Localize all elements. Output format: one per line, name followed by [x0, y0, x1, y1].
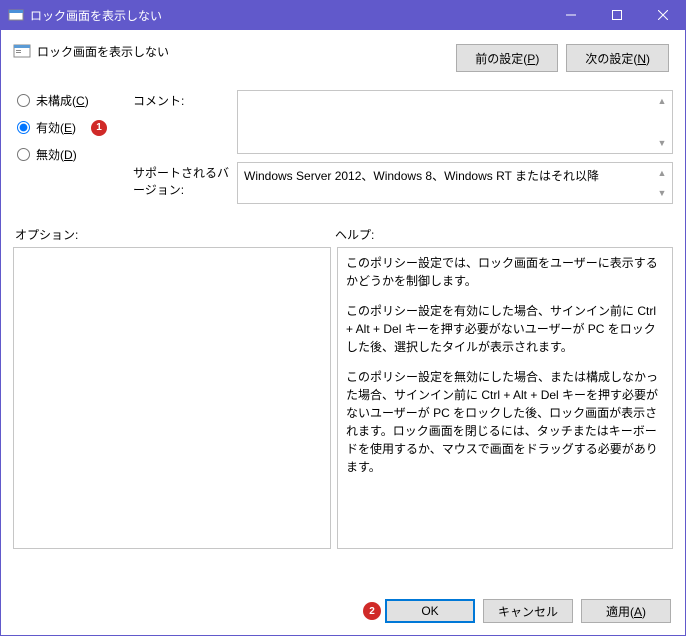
- scroll-up-icon[interactable]: ▲: [654, 165, 670, 181]
- prev-setting-button[interactable]: 前の設定(P): [456, 44, 558, 72]
- version-box: Windows Server 2012、Windows 8、Windows RT…: [237, 162, 673, 204]
- app-icon: [8, 7, 24, 23]
- scroll-down-icon[interactable]: ▼: [654, 135, 670, 151]
- policy-title: ロック画面を表示しない: [37, 40, 456, 60]
- radio-enabled-label[interactable]: 有効(E): [36, 119, 76, 136]
- annotation-badge-1: 1: [91, 120, 107, 136]
- close-button[interactable]: [640, 0, 686, 30]
- ok-button[interactable]: OK: [385, 599, 475, 623]
- policy-icon: [13, 42, 31, 60]
- comment-textarea[interactable]: ▲ ▼: [237, 90, 673, 154]
- radio-enabled[interactable]: [17, 121, 30, 134]
- footer-buttons: 2 OK キャンセル 適用(A): [363, 599, 671, 623]
- help-panel: このポリシー設定では、ロック画面をユーザーに表示するかどうかを制御します。 この…: [337, 247, 673, 549]
- options-panel: [13, 247, 331, 549]
- radio-not-configured-row: 未構成(C): [17, 92, 133, 109]
- help-section-label: ヘルプ:: [335, 226, 374, 243]
- radio-disabled-row: 無効(D): [17, 146, 133, 163]
- help-paragraph: このポリシー設定を無効にした場合、または構成しなかった場合、サインイン前に Ct…: [346, 368, 664, 476]
- help-paragraph: このポリシー設定では、ロック画面をユーザーに表示するかどうかを制御します。: [346, 254, 664, 290]
- help-paragraph: このポリシー設定を有効にした場合、サインイン前に Ctrl + Alt + De…: [346, 302, 664, 356]
- minimize-button[interactable]: [548, 0, 594, 30]
- version-label: サポートされるバージョン:: [133, 162, 237, 204]
- titlebar: ロック画面を表示しない: [0, 0, 686, 30]
- radio-enabled-row: 有効(E) 1: [17, 119, 133, 136]
- next-setting-button[interactable]: 次の設定(N): [566, 44, 669, 72]
- radio-not-configured-label[interactable]: 未構成(C): [36, 92, 89, 109]
- apply-button[interactable]: 適用(A): [581, 599, 671, 623]
- cancel-button[interactable]: キャンセル: [483, 599, 573, 623]
- maximize-button[interactable]: [594, 0, 640, 30]
- content-area: ロック画面を表示しない 前の設定(P) 次の設定(N) 未構成(C) 有効(E)…: [0, 30, 686, 636]
- radio-disabled-label[interactable]: 無効(D): [36, 146, 77, 163]
- version-text: Windows Server 2012、Windows 8、Windows RT…: [244, 169, 599, 183]
- radio-not-configured[interactable]: [17, 94, 30, 107]
- scroll-down-icon[interactable]: ▼: [654, 185, 670, 201]
- options-section-label: オプション:: [13, 226, 335, 243]
- comment-label: コメント:: [133, 90, 237, 154]
- window-title: ロック画面を表示しない: [30, 7, 548, 24]
- scroll-up-icon[interactable]: ▲: [654, 93, 670, 109]
- radio-disabled[interactable]: [17, 148, 30, 161]
- annotation-badge-2: 2: [363, 602, 381, 620]
